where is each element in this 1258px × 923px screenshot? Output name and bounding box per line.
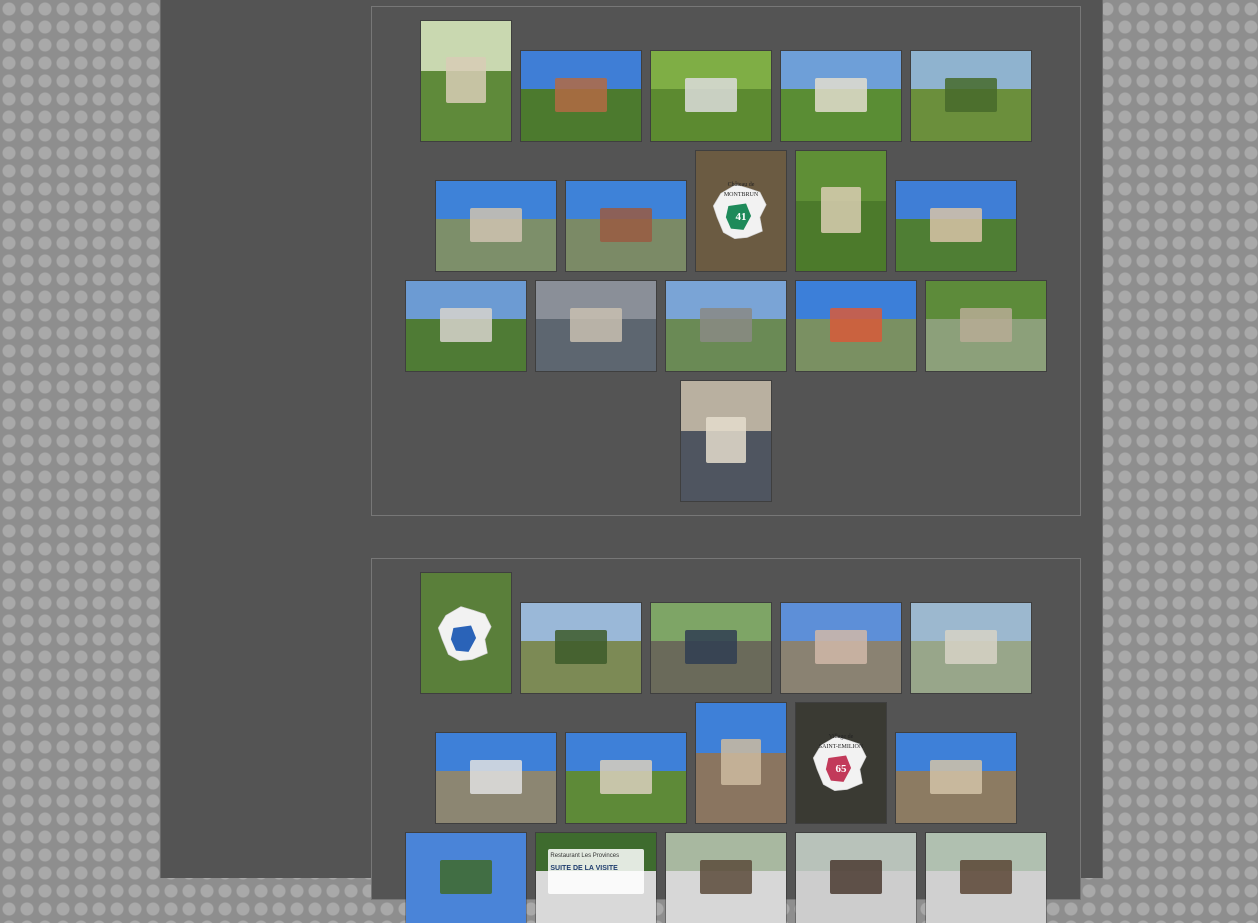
photo-subject <box>439 860 493 895</box>
photo-subject <box>554 630 608 665</box>
photo-thumbnail-group-table-1[interactable] <box>666 833 786 923</box>
photo-thumbnail-brick-ruin-tourist[interactable] <box>521 51 641 141</box>
photo-subject <box>469 760 523 795</box>
photo-subject <box>929 208 983 243</box>
photo-thumbnail-topiary-tree[interactable] <box>651 51 771 141</box>
map-sign-label: Village de <box>828 734 854 741</box>
map-sign-place-name: MONTBRUN <box>723 191 759 198</box>
map-sign-number: 41 <box>735 211 747 223</box>
photo-thumbnail-fortification[interactable] <box>566 733 686 823</box>
photo-thumbnail-hedge-garden[interactable] <box>911 51 1031 141</box>
photo-thumbnail-friends-sitting[interactable] <box>781 603 901 693</box>
photo-thumbnail-garden-miniature[interactable] <box>421 21 511 141</box>
photo-subject <box>699 860 753 895</box>
photo-thumbnail-chenonceau-miniature[interactable] <box>406 281 526 371</box>
photo-subject <box>599 208 653 243</box>
photo-subject <box>706 417 746 463</box>
photo-thumbnail-map-sign-red[interactable]: Village de SAINT-EMILION 65 <box>796 703 886 823</box>
restaurant-sign-direction: SUITE DE LA VISITE <box>550 865 618 873</box>
photo-subject <box>721 739 761 785</box>
photo-album-2: Village de SAINT-EMILION 65 Restaurant Les … <box>371 558 1081 923</box>
photo-subject <box>469 208 523 243</box>
photo-subject <box>959 860 1013 895</box>
photo-subject <box>446 57 486 103</box>
photo-thumbnail-group-photo[interactable] <box>896 181 1016 271</box>
photo-thumbnail-map-sign[interactable]: Château de MONTBRUN 41 <box>696 151 786 271</box>
photo-thumbnail-rooftops-closeup[interactable] <box>681 381 771 501</box>
photo-thumbnail-church-on-lake[interactable] <box>566 181 686 271</box>
photo-subject <box>929 760 983 795</box>
photo-thumbnail-village-panorama[interactable] <box>896 733 1016 823</box>
photo-thumbnail-visitors-walking[interactable] <box>651 603 771 693</box>
france-map-sign-icon <box>435 586 498 680</box>
photo-thumbnail-castle-rock[interactable] <box>666 281 786 371</box>
photo-thumbnail-harbor-miniature[interactable] <box>926 281 1046 371</box>
map-sign-number: 65 <box>835 763 847 775</box>
photo-subject <box>684 78 738 113</box>
map-sign-place-name: SAINT-EMILION <box>818 743 864 750</box>
photo-subject <box>821 187 861 233</box>
photo-thumbnail-pond-trees[interactable] <box>521 603 641 693</box>
photo-thumbnail-port-miniature[interactable] <box>911 603 1031 693</box>
photo-subject <box>569 308 623 343</box>
photo-subject <box>829 860 883 895</box>
restaurant-sign-name: Restaurant Les Provinces <box>550 852 620 859</box>
photo-thumbnail-group-table-3[interactable] <box>926 833 1046 923</box>
photo-subject <box>814 78 868 113</box>
photo-subject <box>829 308 883 343</box>
photo-thumbnail-town-rooftops[interactable] <box>536 281 656 371</box>
photo-thumbnail-chateau-on-lake[interactable] <box>436 181 556 271</box>
photo-subject <box>684 630 738 665</box>
photo-thumbnail-fortress-miniature[interactable] <box>796 151 886 271</box>
photo-thumbnail-girl-path[interactable] <box>436 733 556 823</box>
photo-subject <box>699 308 753 343</box>
photo-subject <box>959 308 1013 343</box>
photo-thumbnail-restaurant-sign[interactable]: Restaurant Les Provinces SUITE DE LA VISI… <box>536 833 656 923</box>
photo-thumbnail-lake-park[interactable] <box>796 281 916 371</box>
photo-album-1: Château de MONTBRUN 41 <box>371 6 1081 516</box>
photo-thumbnail-village-church[interactable] <box>696 703 786 823</box>
photo-subject <box>944 630 998 665</box>
photo-thumbnail-chateau-miniature[interactable] <box>781 51 901 141</box>
photo-thumbnail-blue-sky[interactable] <box>406 833 526 923</box>
photo-thumbnail-group-table-2[interactable] <box>796 833 916 923</box>
photo-subject <box>554 78 608 113</box>
photo-subject <box>944 78 998 113</box>
photo-subject <box>599 760 653 795</box>
map-sign-label: Château de <box>727 182 755 189</box>
photo-thumbnail-map-sign-blue[interactable] <box>421 573 511 693</box>
photo-subject <box>814 630 868 665</box>
photo-subject <box>439 308 493 343</box>
